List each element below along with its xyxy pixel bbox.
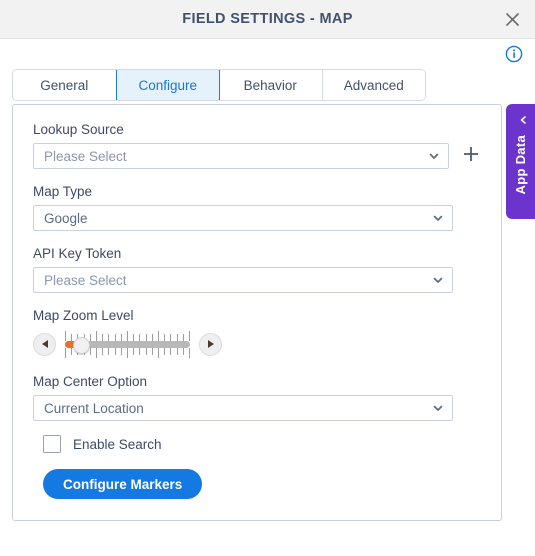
enable-search-label: Enable Search <box>73 436 162 452</box>
plus-icon <box>462 145 480 168</box>
close-button[interactable] <box>499 6 525 32</box>
enable-search-checkbox[interactable] <box>43 435 61 453</box>
add-lookup-source-button[interactable] <box>461 146 481 166</box>
chevron-down-icon <box>432 212 444 224</box>
map-type-value: Google <box>44 210 88 226</box>
page-title: FIELD SETTINGS - MAP <box>182 11 353 27</box>
enable-search-row: Enable Search <box>43 435 481 453</box>
info-row <box>0 39 535 69</box>
chevron-down-icon <box>428 150 440 162</box>
map-type-select[interactable]: Google <box>33 205 453 231</box>
tab-general[interactable]: General <box>13 70 117 100</box>
map-center-option-select[interactable]: Current Location <box>33 395 453 421</box>
map-type-label: Map Type <box>33 184 93 199</box>
map-center-option-label: Map Center Option <box>33 374 148 389</box>
map-type-row: Google <box>33 205 481 231</box>
chevron-down-icon <box>432 402 444 414</box>
api-key-token-value: Please Select <box>44 272 127 288</box>
zoom-increment-button[interactable] <box>199 332 222 356</box>
info-circle-icon <box>505 45 523 67</box>
lookup-source-select[interactable]: Please Select <box>33 143 450 169</box>
slider-handle[interactable] <box>73 337 90 354</box>
configure-panel: Lookup Source Please Select Map Type Goo… <box>12 104 502 521</box>
tab-bar: General Configure Behavior Advanced <box>12 69 426 101</box>
triangle-right-icon <box>207 340 214 348</box>
chevron-down-icon <box>432 274 444 286</box>
lookup-source-row: Please Select <box>33 143 481 169</box>
info-button[interactable] <box>505 45 523 63</box>
tab-behavior[interactable]: Behavior <box>219 70 323 100</box>
api-key-token-row: Please Select <box>33 267 481 293</box>
tab-advanced[interactable]: Advanced <box>322 70 425 100</box>
close-icon <box>505 12 520 27</box>
triangle-left-icon <box>41 340 48 348</box>
configure-markers-button[interactable]: Configure Markers <box>43 469 203 499</box>
map-zoom-level-label: Map Zoom Level <box>33 308 134 323</box>
app-data-panel-toggle[interactable]: App Data <box>506 104 535 219</box>
map-center-option-row: Current Location <box>33 395 481 421</box>
dialog-title-bar: FIELD SETTINGS - MAP <box>0 0 535 39</box>
app-data-label: App Data <box>513 135 528 195</box>
map-zoom-level-slider[interactable] <box>65 331 190 358</box>
chevron-left-icon <box>512 114 530 127</box>
api-key-token-label: API Key Token <box>33 246 122 261</box>
lookup-source-label: Lookup Source <box>33 122 124 137</box>
tab-configure[interactable]: Configure <box>115 70 220 100</box>
map-zoom-level-slider-row <box>33 329 481 359</box>
map-center-option-value: Current Location <box>44 400 144 416</box>
zoom-decrement-button[interactable] <box>33 332 56 356</box>
lookup-source-value: Please Select <box>44 148 127 164</box>
api-key-token-select[interactable]: Please Select <box>33 267 453 293</box>
